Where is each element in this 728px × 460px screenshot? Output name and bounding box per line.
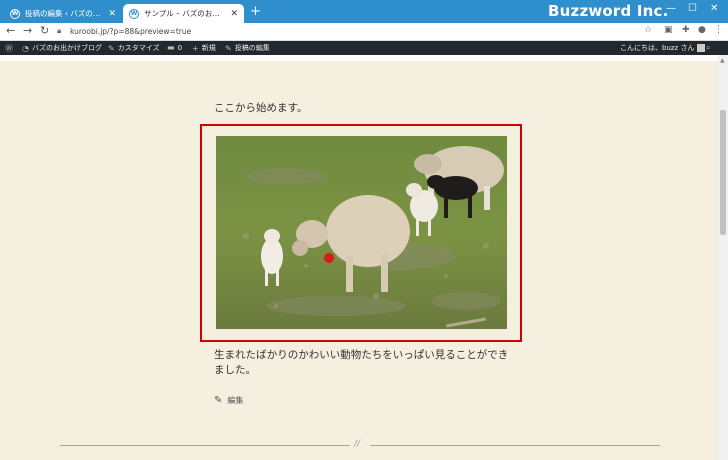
post-caption-text: 生まれたばかりのかわいい動物たちをいっぱい見ることができました。: [214, 349, 509, 376]
edit-post-link[interactable]: ✎ 編集: [214, 395, 243, 406]
tab-title: サンプル – バズのお出かけブログ: [144, 9, 226, 18]
wordpress-logo-icon[interactable]: Ⓦ: [5, 43, 16, 54]
dashboard-icon: ◔: [22, 43, 29, 53]
lock-icon[interactable]: 🔒︎: [57, 26, 61, 36]
maximize-icon[interactable]: ☐: [688, 3, 697, 14]
header-strip: [0, 55, 718, 61]
wordpress-icon: W: [129, 8, 139, 19]
page-content: ここから始めます。 生まれたばかりのかわいい動物たちをいっぱい見ることができまし…: [0, 55, 718, 460]
menu-icon[interactable]: ⋮: [714, 25, 723, 35]
edit-icon: ✎: [214, 395, 223, 406]
reload-icon[interactable]: ↻: [40, 24, 49, 37]
wp-admin-bar: Ⓦ ◔ バズのお出かけブログ ✎ カスタマイズ ▬ 0 + 新規 ✎ 投稿の編集…: [0, 41, 728, 55]
admin-account[interactable]: こんにちは、buzz さん: [620, 43, 706, 53]
admin-site-name[interactable]: ◔ バズのお出かけブログ: [22, 43, 102, 53]
extension-icon[interactable]: ▣: [664, 25, 673, 35]
avatar: [697, 44, 706, 52]
tab-close-icon[interactable]: ✕: [108, 9, 116, 19]
plus-icon: +: [192, 43, 199, 53]
browser-tab-sample[interactable]: W サンプル – バズのお出かけブログ ✕: [123, 4, 244, 23]
separator-mark: //: [354, 439, 361, 449]
pencil-icon: ✎: [225, 43, 232, 53]
post-intro-text: ここから始めます。: [214, 102, 308, 114]
separator-line-right: [370, 445, 660, 446]
tab-title: 投稿の編集 ‹ バズのお出かけブログ: [25, 9, 105, 18]
scrollbar-thumb[interactable]: [720, 110, 726, 235]
address-bar: ← → ↻ 🔒︎ kuroobi.jp/?p=88&preview=true ☆…: [0, 23, 728, 41]
new-tab-button[interactable]: +: [250, 4, 261, 19]
browser-tab-edit-post[interactable]: W 投稿の編集 ‹ バズのお出かけブログ ✕: [4, 4, 122, 23]
comment-icon: ▬: [167, 43, 175, 52]
brand-watermark: Buzzword Inc.: [548, 2, 669, 20]
profile-icon[interactable]: ●: [698, 25, 706, 35]
window-close-icon[interactable]: ✕: [710, 3, 718, 14]
tab-close-icon[interactable]: ✕: [230, 9, 238, 19]
admin-new[interactable]: + 新規: [192, 43, 216, 53]
back-icon[interactable]: ←: [6, 24, 15, 37]
separator-line-left: [60, 445, 350, 446]
browser-title-bar: W 投稿の編集 ‹ バズのお出かけブログ ✕ W サンプル – バズのお出かけブ…: [0, 0, 728, 23]
star-icon[interactable]: ☆: [644, 25, 652, 35]
sheep-photo: [216, 136, 507, 329]
wordpress-icon: W: [10, 8, 20, 19]
minimize-icon[interactable]: —: [666, 3, 676, 14]
url-field[interactable]: kuroobi.jp/?p=88&preview=true: [70, 27, 191, 36]
puzzle-icon[interactable]: ✚: [682, 25, 690, 35]
admin-comments[interactable]: ▬ 0: [167, 43, 182, 52]
admin-edit-post[interactable]: ✎ 投稿の編集: [225, 43, 270, 53]
brush-icon: ✎: [108, 43, 115, 53]
admin-customize[interactable]: ✎ カスタマイズ: [108, 43, 160, 53]
forward-icon[interactable]: →: [23, 24, 32, 37]
admin-search-icon[interactable]: ⌕: [706, 43, 713, 53]
vertical-scrollbar[interactable]: ▲: [718, 55, 728, 460]
scroll-up-icon[interactable]: ▲: [720, 57, 725, 64]
highlighted-image-block: [200, 124, 522, 342]
